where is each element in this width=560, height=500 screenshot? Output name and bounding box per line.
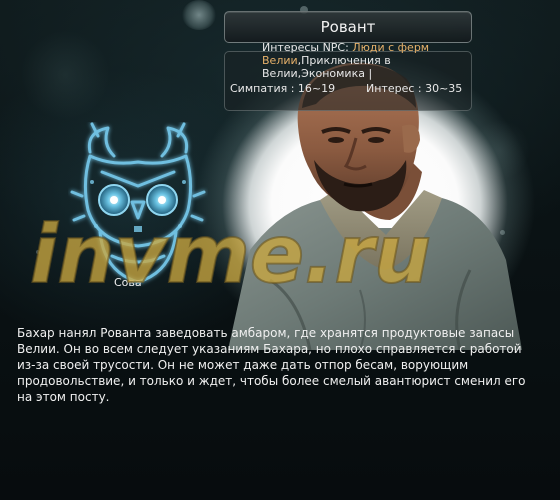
- sympathy-value: Симпатия : 16~19: [230, 82, 336, 95]
- interests-label: Интересы NPC:: [262, 41, 349, 54]
- npc-name: Ровант: [320, 18, 376, 36]
- interest-part: Велии: [262, 67, 298, 80]
- npc-name-header: Ровант: [224, 11, 472, 43]
- bokeh-light: [36, 250, 40, 254]
- interest-part: ,Экономика |: [297, 67, 373, 80]
- npc-description: Бахар нанял Ровантa заведовать амбаром, …: [17, 326, 526, 404]
- interest-part: ,Приключения в: [297, 54, 391, 67]
- interest-part: Велии: [262, 54, 298, 67]
- owl-icon: [70, 122, 206, 284]
- interest-value: Интерес : 30~35: [366, 82, 463, 95]
- npc-interests: Интересы NPC: Люди с ферм Велии,Приключе…: [262, 41, 474, 81]
- emblem-label: Сова: [114, 276, 142, 289]
- bokeh-light: [182, 0, 216, 30]
- npc-info-panel: Ровант Интересы NPC: Люди с ферм Велии,П…: [224, 11, 474, 111]
- npc-knowledge-screen: Сова invme.ru Ровант Интересы NPC: Люди …: [0, 0, 560, 500]
- interest-part: Люди с ферм: [352, 41, 430, 54]
- bokeh-light: [20, 30, 110, 120]
